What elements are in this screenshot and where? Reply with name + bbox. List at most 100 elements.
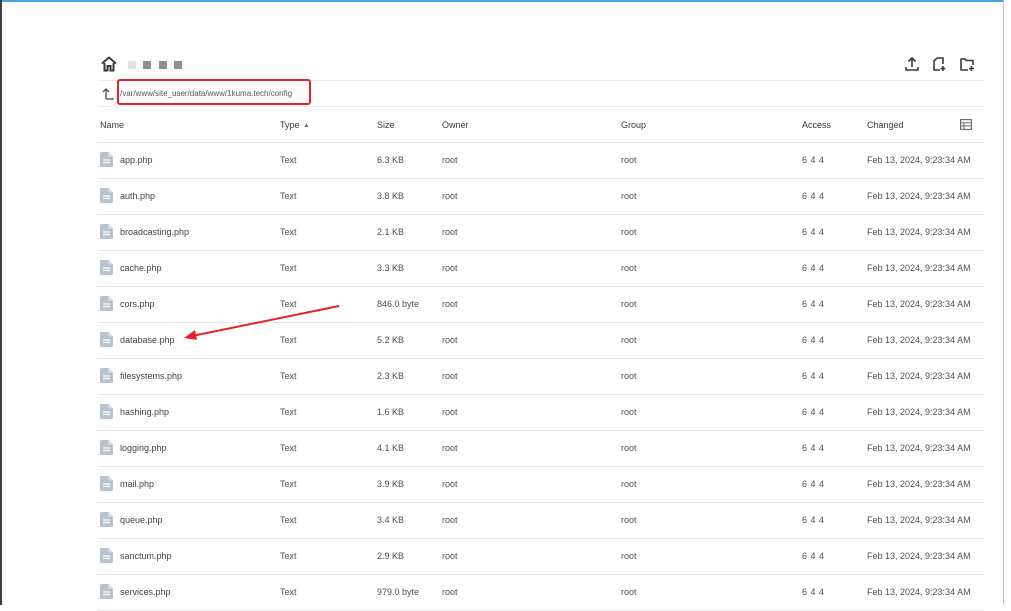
table-row[interactable]: cache.php Text 3.3 KB root root 6 4 4 Feb 13, …: [98, 251, 984, 287]
file-access: 6 4 4: [802, 407, 825, 417]
file-group: root: [621, 479, 637, 489]
table-row[interactable]: app.php Text 6.3 KB root root 6 4 4 Feb 13, 20…: [98, 143, 984, 179]
table-row[interactable]: queue.php Text 3.4 KB root root 6 4 4 Feb 13, …: [98, 503, 984, 539]
file-group: root: [621, 551, 637, 561]
file-group: root: [621, 299, 637, 309]
file-access: 6 4 4: [802, 551, 825, 561]
file-name[interactable]: mail.php: [120, 479, 154, 489]
column-header-changed[interactable]: Changed: [867, 120, 904, 130]
file-size: 4.1 KB: [377, 443, 405, 453]
file-icon: [100, 440, 113, 455]
file-access: 6 4 4: [802, 371, 825, 381]
breadcrumb-segment[interactable]: [174, 61, 182, 69]
file-name[interactable]: sanctum.php: [120, 551, 172, 561]
file-icon: [100, 548, 113, 563]
new-file-icon[interactable]: [930, 55, 948, 73]
new-folder-icon[interactable]: [958, 55, 976, 73]
breadcrumb-segment[interactable]: [159, 61, 167, 69]
file-changed: Feb 13, 2024, 9:23:34 AM: [867, 335, 971, 345]
file-access: 6 4 4: [802, 191, 825, 201]
table-columns-icon[interactable]: [960, 119, 972, 130]
file-access: 6 4 4: [802, 515, 825, 525]
file-name[interactable]: app.php: [120, 155, 153, 165]
window-left-border: [0, 0, 2, 605]
file-name[interactable]: database.php: [120, 335, 175, 345]
upload-icon[interactable]: [903, 55, 921, 73]
file-type: Text: [280, 371, 297, 381]
file-name[interactable]: services.php: [120, 587, 171, 597]
column-header-type[interactable]: Type ▲: [280, 120, 309, 130]
file-icon: [100, 260, 113, 275]
table-row[interactable]: auth.php Text 3.8 KB root root 6 4 4 Feb 13, 2…: [98, 179, 984, 215]
column-header-name[interactable]: Name: [100, 120, 124, 130]
file-type: Text: [280, 227, 297, 237]
file-changed: Feb 13, 2024, 9:23:34 AM: [867, 155, 971, 165]
file-size: 3.9 KB: [377, 479, 405, 489]
column-header-size[interactable]: Size: [377, 120, 395, 130]
file-changed: Feb 13, 2024, 9:23:34 AM: [867, 587, 971, 597]
home-icon[interactable]: [100, 55, 118, 73]
sort-ascending-icon: ▲: [303, 123, 310, 129]
file-size: 2.3 KB: [377, 371, 405, 381]
file-type: Text: [280, 479, 297, 489]
file-icon: [100, 188, 113, 203]
column-header-owner[interactable]: Owner: [442, 120, 469, 130]
file-size: 2.9 KB: [377, 551, 405, 561]
file-name[interactable]: logging.php: [120, 443, 167, 453]
file-name[interactable]: hashing.php: [120, 407, 169, 417]
up-directory-icon[interactable]: [101, 86, 117, 102]
file-name[interactable]: auth.php: [120, 191, 155, 201]
file-owner: root: [442, 155, 458, 165]
column-header-group[interactable]: Group: [621, 120, 646, 130]
table-row[interactable]: sanctum.php Text 2.9 KB root root 6 4 4 Feb 13…: [98, 539, 984, 575]
breadcrumb-segment[interactable]: [128, 61, 136, 69]
file-owner: root: [442, 479, 458, 489]
file-owner: root: [442, 191, 458, 201]
file-group: root: [621, 443, 637, 453]
file-owner: root: [442, 335, 458, 345]
file-owner: root: [442, 227, 458, 237]
table-row[interactable]: broadcasting.php Text 2.1 KB root root 6 4 4 F…: [98, 215, 984, 251]
file-group: root: [621, 515, 637, 525]
table-row[interactable]: filesystems.php Text 2.3 KB root root 6 4 4 Fe…: [98, 359, 984, 395]
file-access: 6 4 4: [802, 227, 825, 237]
file-name[interactable]: broadcasting.php: [120, 227, 189, 237]
table-header: Name Type ▲ Size Owner Group Access Chang…: [98, 107, 984, 143]
file-name[interactable]: cache.php: [120, 263, 162, 273]
file-icon: [100, 296, 113, 311]
file-type: Text: [280, 551, 297, 561]
file-size: 846.0 byte: [377, 299, 420, 309]
file-type: Text: [280, 155, 297, 165]
column-header-access[interactable]: Access: [802, 120, 831, 130]
file-size: 3.8 KB: [377, 191, 405, 201]
file-type: Text: [280, 443, 297, 453]
file-icon: [100, 368, 113, 383]
breadcrumb-segment[interactable]: [143, 61, 151, 69]
file-size: 3.4 KB: [377, 515, 405, 525]
table-row[interactable]: logging.php Text 4.1 KB root root 6 4 4 Feb 13…: [98, 431, 984, 467]
file-name[interactable]: queue.php: [120, 515, 163, 525]
file-group: root: [621, 227, 637, 237]
file-changed: Feb 13, 2024, 9:23:34 AM: [867, 191, 971, 201]
file-access: 6 4 4: [802, 299, 825, 309]
file-group: root: [621, 587, 637, 597]
path-highlight-annotation: [117, 79, 311, 105]
file-owner: root: [442, 299, 458, 309]
file-icon: [100, 224, 113, 239]
file-type: Text: [280, 587, 297, 597]
file-icon: [100, 512, 113, 527]
file-changed: Feb 13, 2024, 9:23:34 AM: [867, 227, 971, 237]
file-owner: root: [442, 371, 458, 381]
annotation-arrow: [184, 305, 340, 340]
table-row[interactable]: services.php Text 979.0 byte root root 6 4 4 F…: [98, 575, 984, 611]
file-changed: Feb 13, 2024, 9:23:34 AM: [867, 515, 971, 525]
table-row[interactable]: hashing.php Text 1.6 KB root root 6 4 4 Feb 13…: [98, 395, 984, 431]
file-name[interactable]: filesystems.php: [120, 371, 182, 381]
file-size: 979.0 byte: [377, 587, 420, 597]
top-accent-line: [0, 0, 1004, 2]
file-name[interactable]: cors.php: [120, 299, 155, 309]
table-row[interactable]: mail.php Text 3.9 KB root root 6 4 4 Feb 13, 2…: [98, 467, 984, 503]
file-changed: Feb 13, 2024, 9:23:34 AM: [867, 551, 971, 561]
file-size: 3.3 KB: [377, 263, 405, 273]
file-changed: Feb 13, 2024, 9:23:34 AM: [867, 371, 971, 381]
